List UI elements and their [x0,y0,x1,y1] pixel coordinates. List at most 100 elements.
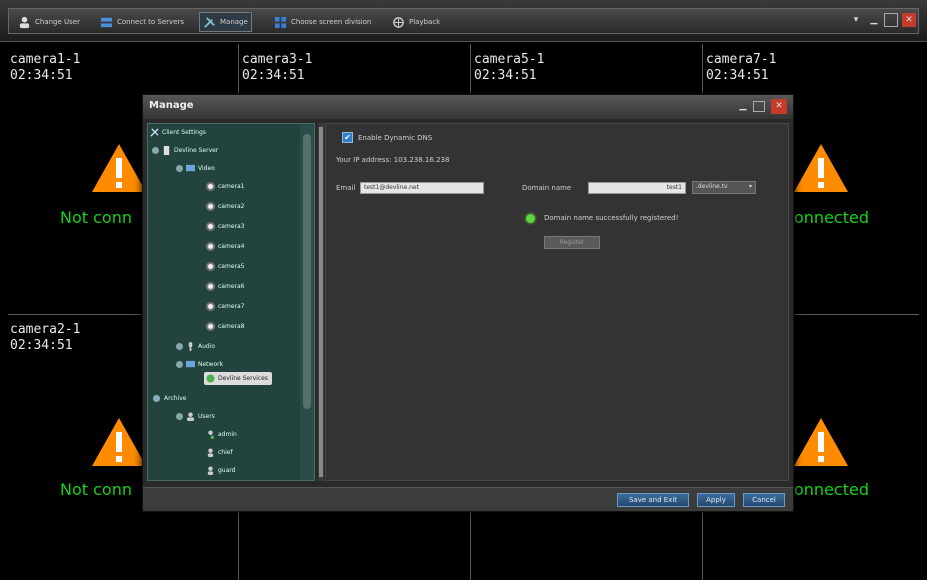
maximize-icon[interactable] [884,13,898,27]
tree-item-client-settings[interactable]: Client Settings [150,128,206,137]
register-button[interactable]: Register [544,236,600,249]
camera-icon [206,182,215,191]
maximize-icon[interactable] [753,101,765,112]
tree-label: guard [218,467,236,474]
camera-icon [206,322,215,331]
camera-cell-7[interactable]: camera7-1 02:34:51 [706,52,776,84]
tree-item-devline-services[interactable]: Devline Services [204,372,272,385]
apply-button[interactable]: Apply [697,493,735,507]
globe-icon [206,374,215,383]
warning-icon [92,144,146,192]
manage-label: Manage [220,18,248,26]
camera-name: camera5-1 [474,52,545,67]
domain-suffix-select[interactable]: .devline.tv ▾ [692,181,756,194]
tree-label: admin [218,431,237,438]
dialog-titlebar[interactable]: Manage ▁ ✕ [143,95,793,119]
tree-label: Devline Services [218,375,268,382]
tree-label: Client Settings [162,129,206,136]
domain-name-field[interactable]: test1 [588,182,686,194]
camera-cell-3[interactable]: camera3-1 02:34:51 [242,52,312,84]
playback-label: Playback [409,18,441,26]
tree-item-camera[interactable]: camera2 [206,202,244,211]
expand-icon[interactable] [176,343,183,350]
tree-label: camera5 [218,263,245,270]
not-connected-text: onnected [794,208,869,227]
change-user-button[interactable]: Change User [15,12,83,32]
tree-label: chief [218,449,233,456]
tree-item-camera[interactable]: camera5 [206,262,244,271]
tree-label: Network [198,361,224,368]
panel-splitter[interactable] [318,123,324,481]
camera-time: 02:34:51 [10,338,73,353]
tree-item-video[interactable]: Video [176,164,215,173]
camera-icon [206,282,215,291]
success-icon [526,214,535,223]
tree-item-audio[interactable]: Audio [176,342,215,351]
warning-icon [794,144,848,192]
camera-icon [206,242,215,251]
email-field[interactable]: test1@devline.net [360,182,484,194]
tree-item-users[interactable]: Users [176,412,215,421]
domain-suffix-value: .devline.tv [696,183,728,190]
tree-item-user[interactable]: admin [206,430,237,439]
dialog-title: Manage [149,100,194,111]
tree-item-camera[interactable]: camera3 [206,222,244,231]
manage-button[interactable]: Manage [199,12,252,32]
tree-item-archive[interactable]: Archive [152,394,186,403]
email-label: Email [336,184,356,192]
toolbar-panel: Change User Connect to Servers Manage Ch… [8,8,919,34]
not-connected-text: onnected [794,480,869,499]
success-message: Domain name successfully registered! [544,214,679,222]
enable-ddns-label: Enable Dynamic DNS [358,134,433,142]
tree-item-camera[interactable]: camera7 [206,302,244,311]
tree-item-user[interactable]: chief [206,448,233,457]
expand-icon[interactable] [176,413,183,420]
warning-icon [92,418,146,466]
choose-screen-division-label: Choose screen division [291,18,372,26]
user-icon [19,16,30,28]
camera-cell-2[interactable]: camera2-1 02:34:51 [10,322,80,354]
user-icon [207,466,214,475]
connect-to-servers-button[interactable]: Connect to Servers [97,12,187,32]
camera-time: 02:34:51 [10,68,73,83]
tree-item-server[interactable]: Devline Server [152,146,218,155]
tree-label: Video [198,165,215,172]
tree-item-camera[interactable]: camera4 [206,242,244,251]
tree-item-network[interactable]: Network [176,360,223,369]
camera-cell-5[interactable]: camera5-1 02:34:51 [474,52,544,84]
camera-cell-1[interactable]: camera1-1 02:34:51 [10,52,80,84]
tree-scrollbar-thumb[interactable] [303,134,311,409]
tree-label: camera1 [218,183,245,190]
tree-item-camera[interactable]: camera6 [206,282,244,291]
tree-item-user[interactable]: guard [206,466,235,475]
user-icon [207,448,214,457]
minimize-icon[interactable]: ▁ [867,13,881,27]
expand-icon[interactable] [152,147,159,154]
dropdown-icon[interactable]: ▾ [849,13,863,27]
save-and-exit-button[interactable]: Save and Exit [617,493,689,507]
playback-button[interactable]: Playback [389,12,443,32]
enable-ddns-checkbox[interactable]: ✔ [342,132,353,143]
network-icon [186,360,195,368]
not-connected-text: Not conn [60,208,132,227]
close-icon[interactable]: ✕ [902,13,916,27]
chevron-down-icon: ▾ [748,183,752,190]
change-user-label: Change User [35,18,80,26]
tree-item-camera[interactable]: camera1 [206,182,244,191]
monitor-icon [186,164,195,172]
tree-label: camera8 [218,323,245,330]
expand-icon[interactable] [176,165,183,172]
minimize-icon[interactable]: ▁ [735,99,751,114]
tree-item-camera[interactable]: camera8 [206,322,244,331]
playback-icon [393,16,404,28]
close-icon[interactable]: ✕ [771,99,787,114]
tree-label: camera2 [218,203,245,210]
cancel-button[interactable]: Cancel [743,493,785,507]
manage-dialog: Manage ▁ ✕ Client Settings Devline Serve… [142,94,794,512]
tree-label: camera4 [218,243,245,250]
server-icon [100,17,113,27]
expand-icon[interactable] [176,361,183,368]
choose-screen-division-button[interactable]: Choose screen division [271,12,374,32]
camera-icon [206,262,215,271]
not-connected-text: Not conn [60,480,132,499]
